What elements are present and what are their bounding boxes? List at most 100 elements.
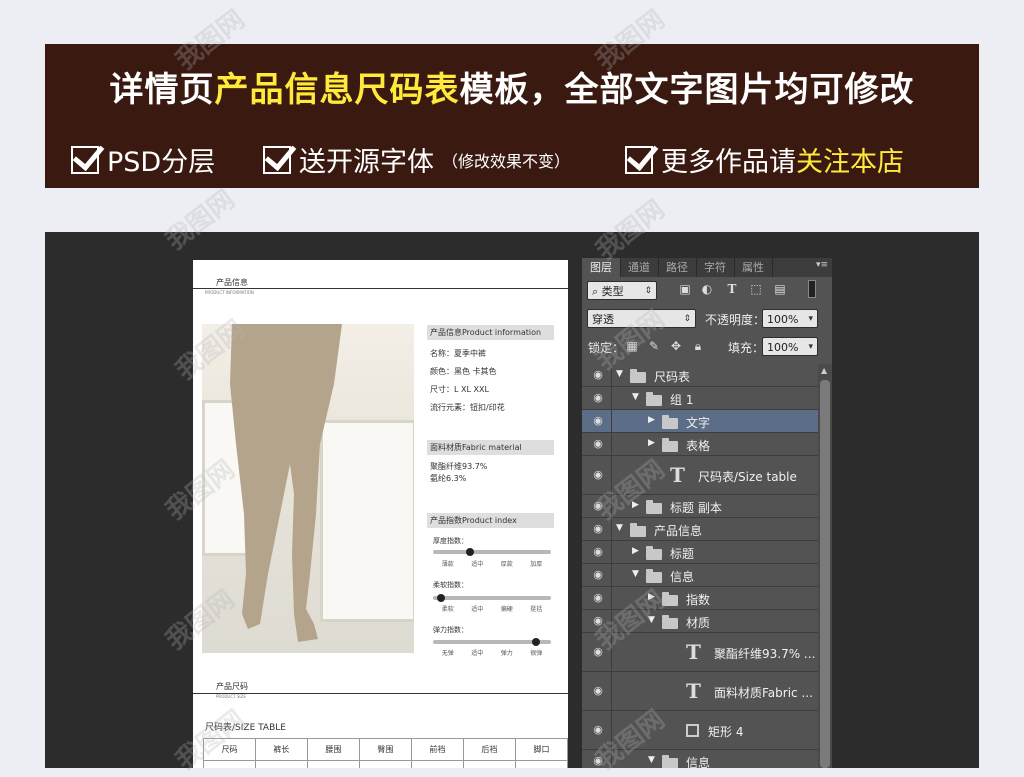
tick-label: 加厚 [530, 561, 543, 568]
eye-column-divider [611, 672, 612, 710]
expand-arrow-icon[interactable]: ▶ [632, 500, 639, 510]
visibility-eye-icon[interactable]: ◉ [590, 645, 606, 658]
table-header-row: 尺码 裤长 腰围 臀围 前裆 后裆 脚口 [203, 738, 568, 761]
model-legs-silhouette [230, 324, 342, 642]
tab-layers[interactable]: 图层 [582, 258, 621, 277]
expand-arrow-icon[interactable]: ▶ [648, 415, 655, 425]
folder-icon [662, 614, 678, 629]
folder-icon [662, 437, 678, 452]
table-header-cell: 尺码 [203, 738, 256, 761]
collapse-arrow-icon[interactable]: ▼ [632, 569, 639, 579]
expand-arrow-icon[interactable]: ▶ [632, 546, 639, 556]
tab-paths[interactable]: 路径 [658, 258, 697, 277]
shape-filter-icon[interactable]: ⬚ [749, 282, 763, 296]
fill-field[interactable]: 100% ▾ [762, 337, 818, 356]
opacity-field[interactable]: 100% ▾ [762, 309, 818, 328]
layer-row[interactable]: ◉ ▶ 指数 [582, 587, 818, 610]
fill-value: 100% [767, 341, 799, 354]
layer-row[interactable]: ◉ ▼ 组 1 [582, 387, 818, 410]
layer-filter-select[interactable]: ⌕ 类型 ⇕ [587, 281, 657, 300]
visibility-eye-icon[interactable]: ◉ [590, 499, 606, 512]
text-layer-icon: T [670, 462, 685, 487]
feature-item: 更多作品请 关注本店 [625, 140, 904, 179]
scroll-thumb[interactable] [820, 380, 830, 768]
blend-mode-value: 穿透 [592, 313, 614, 326]
collapse-arrow-icon[interactable]: ▼ [616, 523, 623, 533]
layer-list-scrollbar[interactable]: ▲ [818, 364, 832, 768]
shape-layer-icon [686, 723, 699, 737]
lock-image-pixels-icon[interactable]: ✎ [647, 339, 661, 353]
tab-channels[interactable]: 通道 [620, 258, 659, 277]
chevron-updown-icon: ⇕ [644, 286, 652, 296]
index-ticks: 柔软 适中 偏硬 挺括 [433, 604, 551, 613]
folder-icon [662, 414, 678, 429]
feature-list: PSD分层 送开源字体 （修改效果不变） 更多作品请 关注本店 [67, 140, 967, 180]
checkmark-icon [71, 145, 99, 174]
visibility-eye-icon[interactable]: ◉ [590, 437, 606, 450]
layer-row[interactable]: ◉ ▶ 文字 [582, 410, 818, 433]
table-row: L 00 00 00 00 00 00 [203, 760, 568, 768]
folder-icon [646, 568, 662, 583]
visibility-eye-icon[interactable]: ◉ [590, 568, 606, 581]
blend-mode-select[interactable]: 穿透 ⇕ [587, 309, 696, 328]
expand-arrow-icon[interactable]: ▶ [648, 592, 655, 602]
folder-icon [662, 591, 678, 606]
layer-row[interactable]: ◉ ▼ 材质 [582, 610, 818, 633]
layer-name: 尺码表/Size table [698, 469, 797, 484]
pixel-filter-icon[interactable]: ▣ [678, 282, 692, 296]
lock-position-icon[interactable]: ✥ [669, 339, 683, 353]
visibility-eye-icon[interactable]: ◉ [590, 522, 606, 535]
table-header-cell: 前裆 [410, 738, 464, 761]
visibility-eye-icon[interactable]: ◉ [590, 414, 606, 427]
expand-arrow-icon[interactable]: ▶ [648, 438, 655, 448]
visibility-eye-icon[interactable]: ◉ [590, 723, 606, 736]
visibility-eye-icon[interactable]: ◉ [590, 684, 606, 697]
panel-tabs: 图层 通道 路径 字符 属性 ▾≡ [582, 258, 832, 277]
visibility-eye-icon[interactable]: ◉ [590, 545, 606, 558]
smart-object-filter-icon[interactable]: ▤ [773, 282, 787, 296]
visibility-eye-icon[interactable]: ◉ [590, 468, 606, 481]
product-info-title: 产品信息 [216, 278, 248, 287]
filter-toggle-switch[interactable] [808, 280, 816, 298]
visibility-eye-icon[interactable]: ◉ [590, 754, 606, 767]
scroll-up-icon[interactable]: ▲ [821, 366, 827, 375]
tab-properties[interactable]: 属性 [734, 258, 773, 277]
panel-menu-icon[interactable]: ▾≡ [816, 260, 828, 270]
index-knob [532, 638, 540, 646]
layer-row[interactable]: ◉ ▶ 标题 [582, 541, 818, 564]
visibility-eye-icon[interactable]: ◉ [590, 614, 606, 627]
index-track [433, 594, 551, 602]
collapse-arrow-icon[interactable]: ▼ [632, 392, 639, 402]
lock-transparency-icon[interactable]: ▦ [625, 339, 639, 353]
product-size-title: 产品尺码 [216, 682, 248, 691]
collapse-arrow-icon[interactable]: ▼ [616, 369, 623, 379]
layer-row[interactable]: ◉ ▼ 尺码表 [582, 364, 818, 387]
lock-all-icon[interactable]: 🔒︎ [691, 339, 705, 353]
index-label: 厚度指数： [433, 537, 468, 545]
layer-row[interactable]: ◉ ▼ 信息 [582, 750, 818, 768]
layer-row[interactable]: ◉ T 尺码表/Size table [582, 456, 818, 495]
type-filter-icon[interactable]: T [725, 282, 739, 296]
tab-character[interactable]: 字符 [696, 258, 735, 277]
layer-row[interactable]: ◉ ▼ 产品信息 [582, 518, 818, 541]
layer-row[interactable]: ◉ ▶ 表格 [582, 433, 818, 456]
layer-name: 标题 [670, 546, 695, 561]
tick-label: 薄款 [441, 561, 454, 568]
table-cell: 00 [254, 760, 308, 768]
visibility-eye-icon[interactable]: ◉ [590, 391, 606, 404]
layer-row[interactable]: ◉ T 面料材质Fabric ... [582, 672, 818, 711]
collapse-arrow-icon[interactable]: ▼ [648, 615, 655, 625]
layer-row[interactable]: ◉ T 聚酯纤维93.7% ... [582, 633, 818, 672]
layer-row[interactable]: ◉ ▼ 信息 [582, 564, 818, 587]
eye-column-divider [611, 410, 612, 432]
folder-icon [662, 754, 678, 768]
visibility-eye-icon[interactable]: ◉ [590, 368, 606, 381]
chevron-down-icon: ▾ [808, 314, 813, 324]
adjustment-filter-icon[interactable]: ◐ [700, 282, 714, 296]
layer-row[interactable]: ◉ ▶ 标题 副本 [582, 495, 818, 518]
chevron-updown-icon: ⇕ [683, 314, 691, 324]
search-icon: ⌕ [592, 285, 602, 298]
layer-row[interactable]: ◉ 矩形 4 [582, 711, 818, 750]
visibility-eye-icon[interactable]: ◉ [590, 591, 606, 604]
collapse-arrow-icon[interactable]: ▼ [648, 755, 655, 765]
